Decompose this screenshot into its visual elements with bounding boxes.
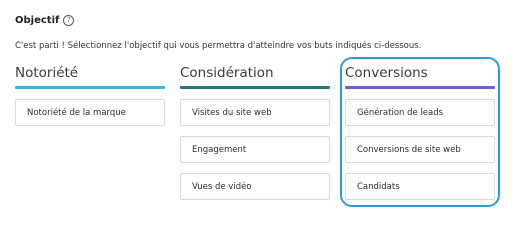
help-icon[interactable]: ?	[63, 15, 75, 26]
option-website-conversions[interactable]: Conversions de site web	[345, 136, 495, 163]
column-bar-notoriete	[15, 86, 165, 89]
objective-title-text: Objectif	[15, 15, 60, 26]
option-video-views[interactable]: Vues de vidéo	[180, 173, 330, 200]
column-bar-conversions	[345, 86, 495, 89]
column-notoriete: Notoriété	[15, 64, 165, 89]
column-bar-consideration	[180, 86, 330, 89]
option-lead-generation[interactable]: Génération de leads	[345, 99, 495, 126]
option-brand-awareness[interactable]: Notoriété de la marque	[15, 99, 165, 126]
option-website-visits[interactable]: Visites du site web	[180, 99, 330, 126]
column-header-consideration: Considération	[180, 65, 274, 81]
column-header-conversions: Conversions	[345, 65, 428, 81]
objective-title: Objectif ?	[15, 15, 75, 26]
objective-subtitle: C'est parti ! Sélectionnez l'objectif qu…	[15, 41, 422, 51]
column-conversions: Conversions	[345, 64, 495, 89]
column-consideration: Considération	[180, 64, 330, 89]
option-engagement[interactable]: Engagement	[180, 136, 330, 163]
column-header-notoriete: Notoriété	[15, 65, 79, 81]
option-applicants[interactable]: Candidats	[345, 173, 495, 200]
